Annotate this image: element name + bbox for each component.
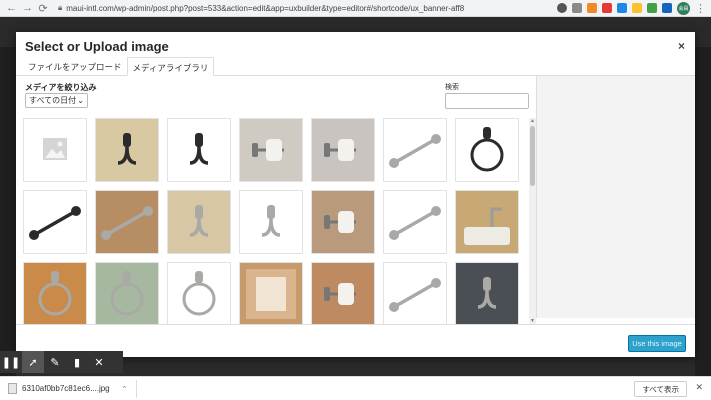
search-label: 検索 [445, 84, 459, 91]
attachment-thumbnail[interactable] [455, 118, 519, 182]
attachment-thumbnail[interactable] [95, 262, 159, 324]
attachment-thumbnail[interactable] [23, 262, 87, 324]
attachment-thumbnail[interactable] [311, 262, 375, 324]
attachment-details-sidebar [536, 76, 695, 318]
attachment-thumbnail[interactable] [23, 190, 87, 254]
scroll-up-icon[interactable]: ▲ [530, 118, 535, 124]
attachment-thumbnail[interactable] [455, 190, 519, 254]
extension-icon[interactable] [632, 3, 642, 13]
attachment-thumbnail[interactable] [95, 118, 159, 182]
tab-media-library[interactable]: メディアライブラリ [126, 57, 215, 76]
extension-icon[interactable] [572, 3, 582, 13]
attachment-thumbnail[interactable] [23, 118, 87, 182]
extension-icon[interactable] [617, 3, 627, 13]
modal-tabs: ファイルをアップロード メディアライブラリ [16, 57, 695, 76]
pause-icon[interactable]: ❚❚ [0, 351, 22, 373]
use-image-button[interactable]: Use this image [628, 335, 686, 352]
attachment-thumbnail[interactable] [167, 190, 231, 254]
url-text: maui-intl.com/wp-admin/post.php?post=533… [66, 3, 465, 13]
download-file-name[interactable]: 6310af0bb7c81ec6....jpg [22, 384, 110, 393]
grid-scrollbar[interactable]: ▲ ▼ [529, 118, 536, 324]
extension-icon[interactable] [587, 3, 597, 13]
close-icon[interactable]: ✕ [695, 382, 703, 393]
attachment-thumbnail[interactable] [239, 262, 303, 324]
annotation-toolbar: ❚❚ ➚ ✎ ▮ ✕ [0, 351, 123, 373]
close-icon[interactable]: ✕ [88, 351, 110, 373]
attachment-thumbnail[interactable] [239, 190, 303, 254]
reload-icon[interactable]: ⟳ [38, 2, 48, 15]
download-shelf: 6310af0bb7c81ec6....jpg ⌃ すべて表示 ✕ [0, 376, 711, 400]
file-icon [8, 383, 17, 394]
eraser-icon[interactable]: ▮ [66, 351, 88, 373]
cursor-icon[interactable]: ➚ [22, 351, 44, 373]
divider [135, 379, 137, 398]
search-input[interactable] [445, 93, 529, 109]
scroll-thumb[interactable] [530, 126, 535, 186]
attachment-thumbnail[interactable] [167, 262, 231, 324]
attachments-grid [23, 118, 536, 324]
extension-icon[interactable] [647, 3, 657, 13]
menu-icon[interactable]: ⋮ [695, 2, 706, 15]
filter-label: メディアを絞り込み [25, 83, 97, 92]
extension-icon[interactable] [602, 3, 612, 13]
pen-icon[interactable]: ✎ [44, 351, 66, 373]
show-all-button[interactable]: すべて表示 [634, 381, 687, 397]
attachment-thumbnail[interactable] [167, 118, 231, 182]
attachment-thumbnail[interactable] [383, 190, 447, 254]
close-icon[interactable]: × [678, 39, 685, 53]
attachment-thumbnail[interactable] [239, 118, 303, 182]
chevron-up-icon[interactable]: ⌃ [122, 385, 128, 393]
extensions: 会員 ⋮ [557, 1, 706, 15]
tab-upload[interactable]: ファイルをアップロード [23, 57, 127, 76]
date-filter-select[interactable]: すべての日付 ⌄ [25, 93, 88, 108]
builder-right-panel [695, 47, 711, 377]
extension-icon[interactable] [662, 3, 672, 13]
media-modal: Select or Upload image × ファイルをアップロード メディ… [16, 32, 695, 357]
extension-icon[interactable] [557, 3, 567, 13]
profile-avatar[interactable]: 会員 [677, 1, 690, 15]
builder-left-panel [0, 47, 16, 377]
attachment-thumbnail[interactable] [383, 262, 447, 324]
address-bar[interactable]: 🔒︎ maui-intl.com/wp-admin/post.php?post=… [54, 2, 494, 15]
back-icon[interactable]: ← [6, 2, 17, 14]
browser-toolbar: ← → ⟳ 🔒︎ maui-intl.com/wp-admin/post.php… [0, 0, 711, 17]
chevron-down-icon: ⌄ [77, 96, 84, 105]
attachment-thumbnail[interactable] [455, 262, 519, 324]
date-filter-value: すべての日付 [29, 96, 77, 105]
lock-icon: 🔒︎ [58, 3, 63, 12]
forward-icon[interactable]: → [22, 2, 33, 14]
attachment-thumbnail[interactable] [383, 118, 447, 182]
attachment-thumbnail[interactable] [311, 118, 375, 182]
attachment-thumbnail[interactable] [95, 190, 159, 254]
modal-title: Select or Upload image [25, 39, 169, 54]
attachment-thumbnail[interactable] [311, 190, 375, 254]
